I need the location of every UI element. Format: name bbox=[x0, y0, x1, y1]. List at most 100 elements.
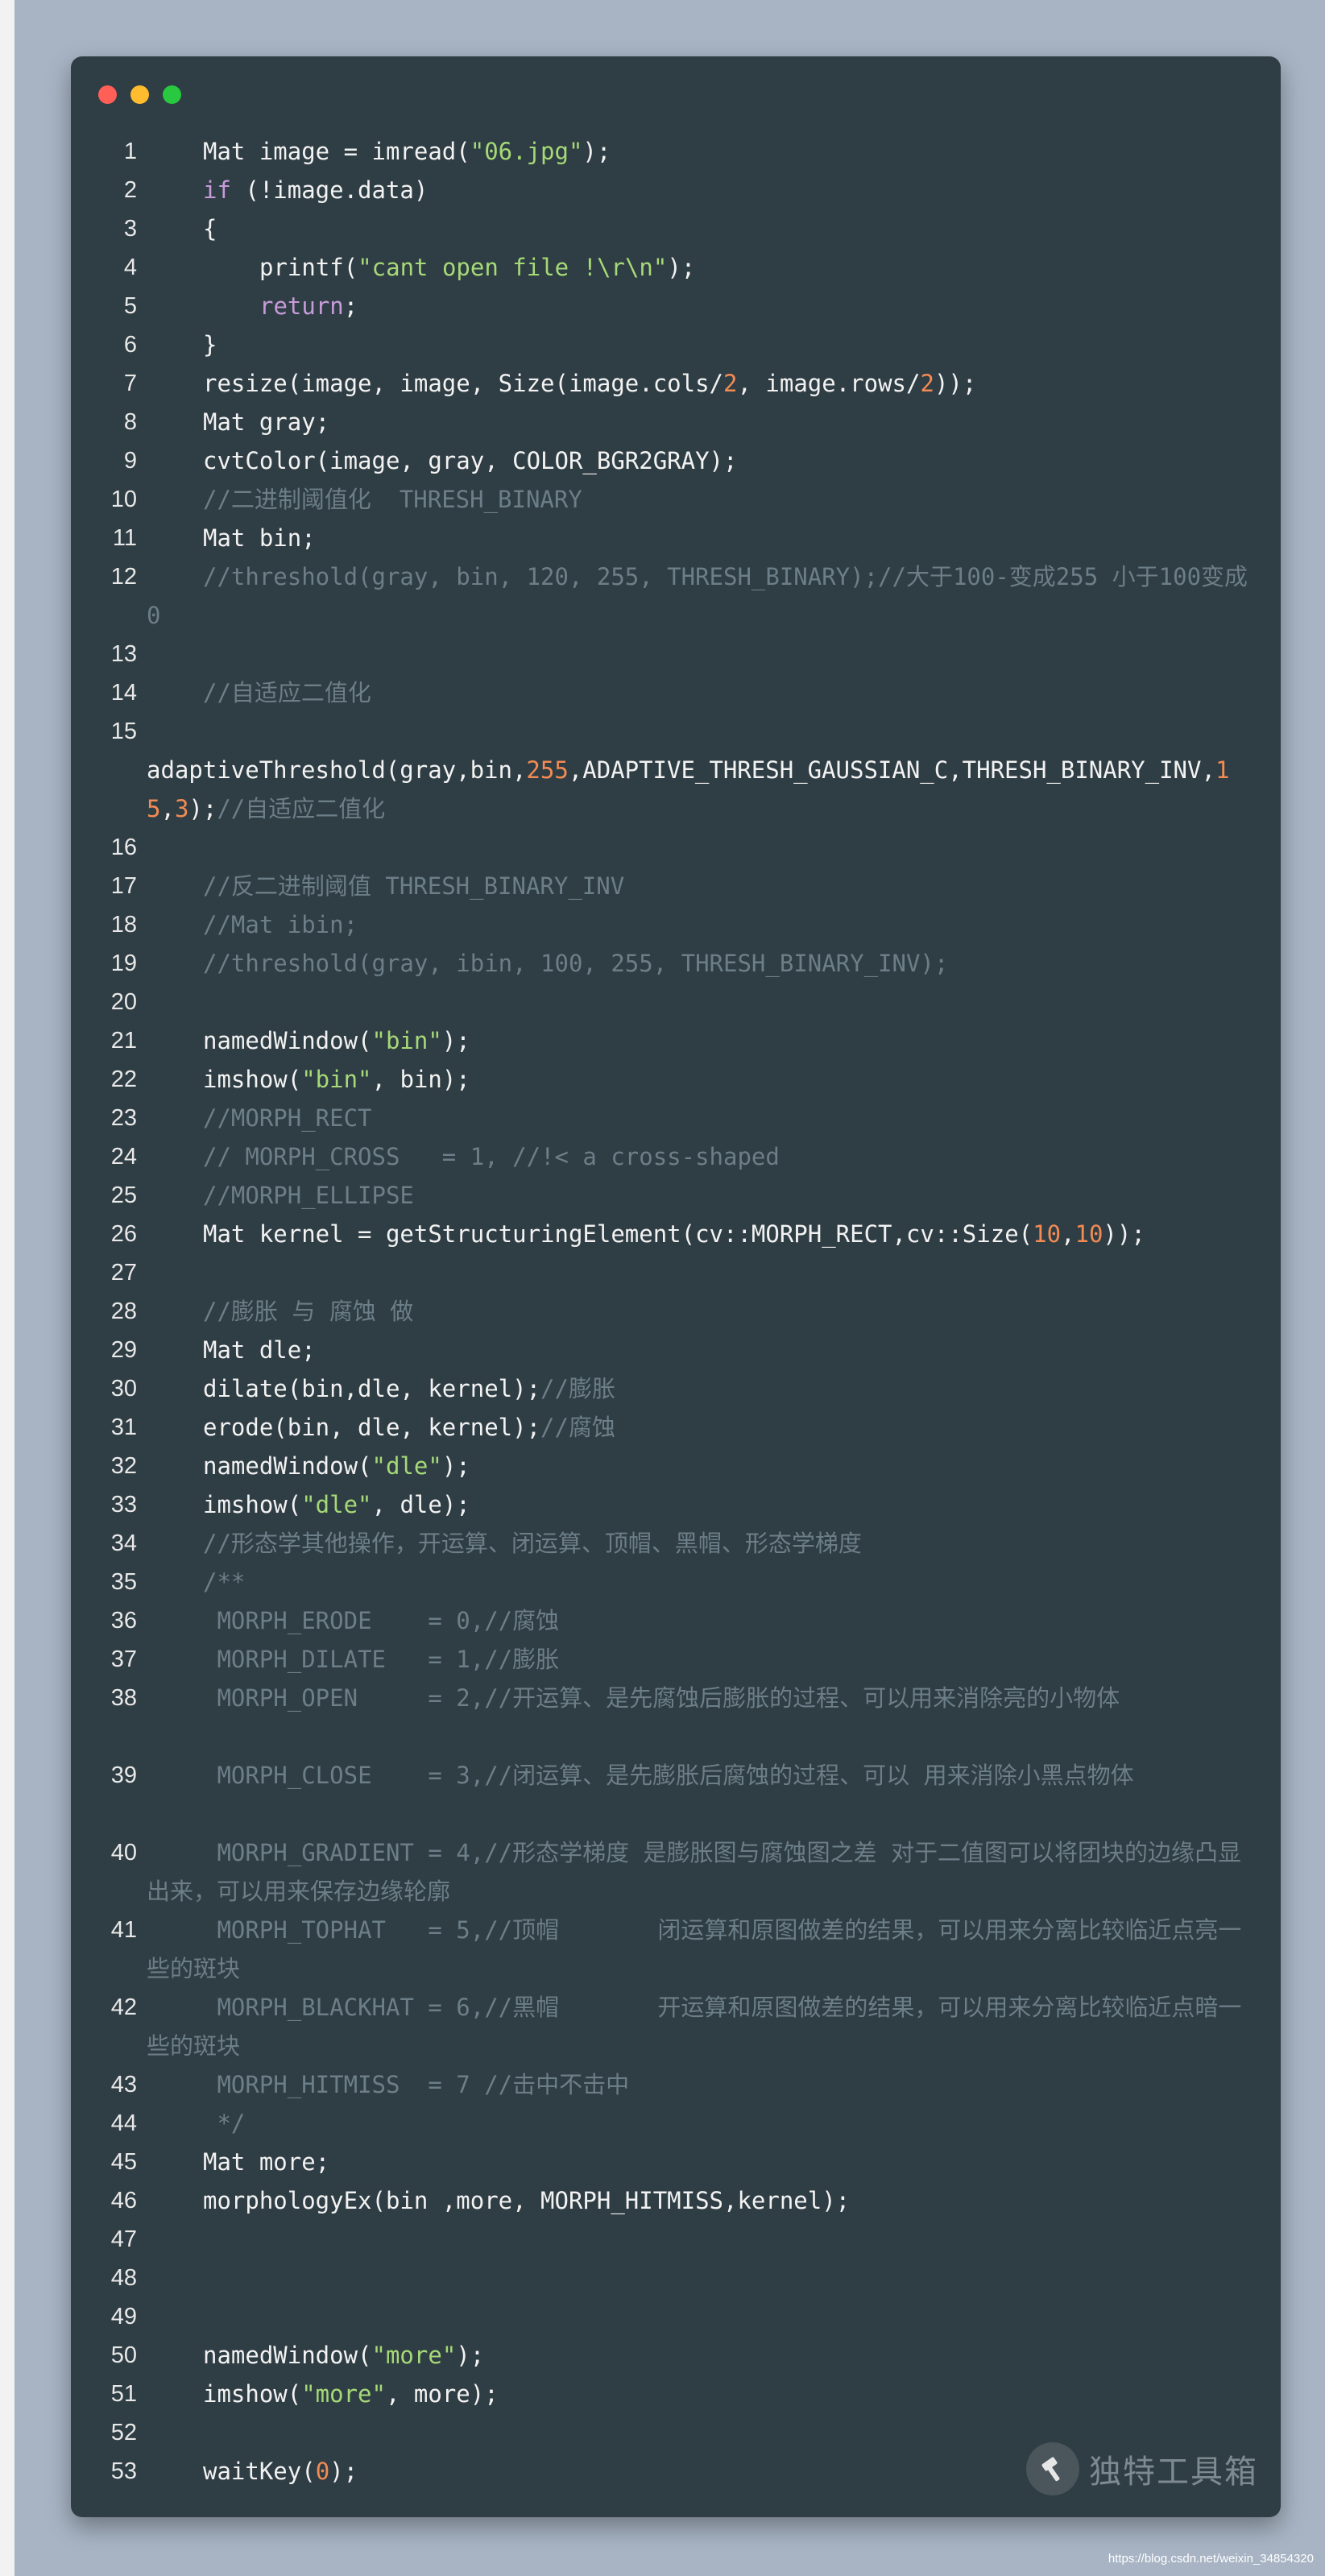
code-line: 16 bbox=[71, 828, 1281, 867]
source-url: https://blog.csdn.net/weixin_34854320 bbox=[1108, 2552, 1314, 2566]
code-token-normal: ); bbox=[456, 2342, 485, 2369]
code-line: 25 //MORPH_ELLIPSE bbox=[71, 1176, 1281, 1215]
minimize-dot-icon[interactable] bbox=[130, 85, 149, 104]
close-dot-icon[interactable] bbox=[98, 85, 117, 104]
code-line: 37 MORPH_DILATE = 1,//膨胀 bbox=[71, 1640, 1281, 1679]
code-token-number: 255 bbox=[526, 756, 569, 784]
code-token-normal: printf( bbox=[259, 254, 358, 281]
line-number: 20 bbox=[110, 989, 137, 1015]
line-code: /** bbox=[147, 1563, 1253, 1601]
code-token-string: "more" bbox=[371, 2342, 457, 2369]
code-token-normal: , more); bbox=[385, 2380, 499, 2408]
code-token-comment: //形态学其他操作，开运算、闭运算、顶帽、黑帽、形态学梯度 bbox=[203, 1530, 862, 1557]
code-token-normal: imshow( bbox=[203, 1491, 302, 1518]
code-token-normal: ); bbox=[329, 2458, 358, 2485]
line-number: 8 bbox=[123, 409, 137, 435]
line-number: 40 bbox=[110, 1840, 137, 1866]
code-line: 43 MORPH_HITMISS = 7 //击中不击中 bbox=[71, 2065, 1281, 2104]
code-token-number: 2 bbox=[723, 370, 738, 397]
line-code: imshow("more", more); bbox=[147, 2375, 1253, 2413]
line-code: //反二进制阈值 THRESH_BINARY_INV bbox=[147, 867, 1253, 905]
code-token-normal: ); bbox=[441, 1027, 470, 1054]
code-token-normal: erode(bin, dle, kernel); bbox=[203, 1414, 541, 1441]
line-number: 36 bbox=[110, 1608, 137, 1634]
line-number: 43 bbox=[110, 2072, 137, 2098]
hammer-icon bbox=[1026, 2442, 1079, 2495]
code-token-normal: ); bbox=[441, 1452, 470, 1480]
line-number: 16 bbox=[110, 835, 137, 860]
line-number: 32 bbox=[110, 1453, 137, 1479]
line-number: 7 bbox=[123, 371, 137, 396]
code-token-normal: ); bbox=[582, 138, 611, 165]
line-number: 42 bbox=[110, 1994, 137, 2020]
code-token-number: 10 bbox=[1033, 1220, 1062, 1248]
code-line: 28 //膨胀 与 腐蚀 做 bbox=[71, 1292, 1281, 1331]
watermark: 独特工具箱 bbox=[1026, 2442, 1258, 2495]
line-code: //形态学其他操作，开运算、闭运算、顶帽、黑帽、形态学梯度 bbox=[147, 1524, 1253, 1563]
line-number: 31 bbox=[110, 1414, 137, 1440]
code-token-normal: Mat bin; bbox=[203, 524, 316, 552]
code-token-normal: Mat image = imread( bbox=[203, 138, 470, 165]
code-line: 6} bbox=[71, 325, 1281, 364]
code-token-string: "dle" bbox=[371, 1452, 442, 1480]
code-line: 40 MORPH_GRADIENT = 4,//形态学梯度 是膨胀图与腐蚀图之差… bbox=[71, 1833, 1281, 1911]
line-number: 1 bbox=[123, 139, 137, 164]
code-token-comment: MORPH_GRADIENT = 4,//形态学梯度 是膨胀图与腐蚀图之差 对于… bbox=[147, 1839, 1242, 1905]
line-code: MORPH_OPEN = 2,//开运算、是先腐蚀后膨胀的过程、可以用来消除亮的… bbox=[147, 1679, 1253, 1717]
line-number: 2 bbox=[123, 177, 137, 203]
line-number: 45 bbox=[110, 2149, 137, 2175]
code-token-keyword: if bbox=[203, 176, 231, 204]
code-token-string: "bin" bbox=[301, 1066, 372, 1093]
line-number: 47 bbox=[110, 2226, 137, 2252]
code-token-string: "dle" bbox=[301, 1491, 372, 1518]
code-line: 41 MORPH_TOPHAT = 5,//顶帽 闭运算和原图做差的结果，可以用… bbox=[71, 1911, 1281, 1988]
code-token-comment: //自适应二值化 bbox=[217, 795, 386, 822]
maximize-dot-icon[interactable] bbox=[163, 85, 181, 104]
code-line: 50 namedWindow("more"); bbox=[71, 2336, 1281, 2375]
left-edge-strip bbox=[0, 0, 14, 2576]
code-line: 9 cvtColor(image, gray, COLOR_BGR2GRAY); bbox=[71, 441, 1281, 480]
line-number: 38 bbox=[110, 1685, 137, 1711]
code-token-comment: MORPH_HITMISS = 7 //击中不击中 bbox=[203, 2071, 630, 2098]
line-number: 12 bbox=[110, 564, 137, 590]
code-line: 45 Mat more; bbox=[71, 2143, 1281, 2181]
line-code: Mat image = imread("06.jpg"); bbox=[147, 132, 1253, 171]
line-number: 9 bbox=[123, 448, 137, 474]
line-number: 26 bbox=[110, 1221, 137, 1247]
line-number: 18 bbox=[110, 912, 137, 938]
code-line: 24 // MORPH_CROSS = 1, //!< a cross-shape… bbox=[71, 1137, 1281, 1176]
code-token-comment: //threshold(gray, ibin, 100, 255, THRESH… bbox=[203, 950, 949, 977]
line-number: 29 bbox=[110, 1337, 137, 1363]
line-code: MORPH_DILATE = 1,//膨胀 bbox=[147, 1640, 1253, 1679]
code-token-comment: MORPH_OPEN = 2,//开运算、是先腐蚀后膨胀的过程、可以用来消除亮的… bbox=[203, 1684, 1120, 1712]
code-line: 30 dilate(bin,dle, kernel);//膨胀 bbox=[71, 1369, 1281, 1408]
code-line: 27 bbox=[71, 1253, 1281, 1292]
line-code: namedWindow("bin"); bbox=[147, 1021, 1253, 1060]
code-line: 20 bbox=[71, 983, 1281, 1021]
line-number: 39 bbox=[110, 1762, 137, 1788]
code-line: 19 //threshold(gray, ibin, 100, 255, THRE… bbox=[71, 944, 1281, 983]
line-number: 11 bbox=[112, 525, 137, 551]
code-token-normal: ); bbox=[667, 254, 696, 281]
code-line: 34 //形态学其他操作，开运算、闭运算、顶帽、黑帽、形态学梯度 bbox=[71, 1524, 1281, 1563]
code-window: 1 Mat image = imread("06.jpg"); 2 if (!imag… bbox=[71, 56, 1281, 2517]
code-line: 38 MORPH_OPEN = 2,//开运算、是先腐蚀后膨胀的过程、可以用来消… bbox=[71, 1679, 1281, 1756]
line-number: 50 bbox=[110, 2342, 137, 2368]
line-number: 41 bbox=[110, 1917, 137, 1943]
line-code: MORPH_BLACKHAT = 6,//黑帽 开运算和原图做差的结果，可以用来… bbox=[147, 1988, 1253, 2065]
line-code: erode(bin, dle, kernel);//腐蚀 bbox=[147, 1408, 1253, 1447]
code-token-comment: MORPH_TOPHAT = 5,//顶帽 闭运算和原图做差的结果，可以用来分离… bbox=[147, 1916, 1242, 1982]
code-token-normal: ,ADAPTIVE_THRESH_GAUSSIAN_C,THRESH_BINAR… bbox=[568, 756, 1215, 784]
code-token-number: 3 bbox=[174, 795, 189, 822]
line-code: // MORPH_CROSS = 1, //!< a cross-shaped bbox=[147, 1137, 1253, 1176]
code-line: 23 //MORPH_RECT bbox=[71, 1099, 1281, 1137]
line-number: 49 bbox=[110, 2304, 137, 2330]
code-token-comment: //MORPH_RECT bbox=[203, 1104, 372, 1132]
code-line: 12 //threshold(gray, bin, 120, 255, THRES… bbox=[71, 557, 1281, 635]
line-code: Mat gray; bbox=[147, 403, 1253, 441]
code-token-string: "bin" bbox=[371, 1027, 442, 1054]
code-line: 18 //Mat ibin; bbox=[71, 905, 1281, 944]
line-code: //threshold(gray, bin, 120, 255, THRESH_… bbox=[147, 557, 1253, 635]
code-token-comment: //膨胀 bbox=[540, 1375, 615, 1402]
code-line: 31 erode(bin, dle, kernel);//腐蚀 bbox=[71, 1408, 1281, 1447]
